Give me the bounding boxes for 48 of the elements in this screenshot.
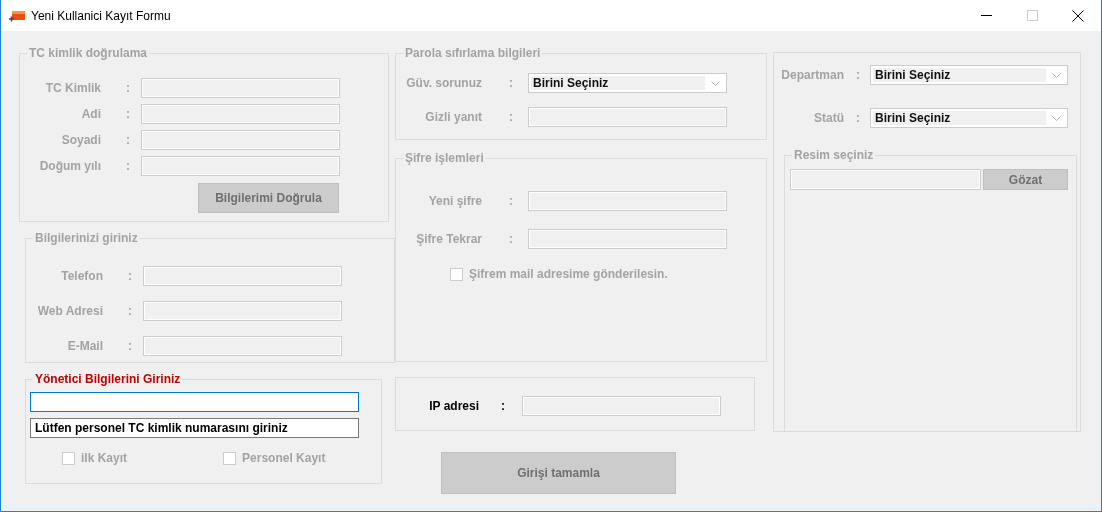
colon-text: : [126, 106, 130, 123]
field-label: Departman [780, 67, 844, 84]
field-label: Güv. sorunuz [405, 75, 482, 92]
checkbox-label: Şifrem mail adresime gönderilesin. [469, 266, 668, 283]
field-label: Yeni şifre [427, 193, 482, 210]
field-label: Web Adresi [36, 303, 103, 320]
colon-text: : [128, 338, 132, 355]
colon-text: : [501, 398, 505, 415]
field-label: Soyadi [60, 132, 101, 149]
group-title: TC kimlik doğrulama [28, 46, 149, 60]
chevron-icon [1052, 115, 1061, 121]
field-label: IP adresi [428, 398, 479, 415]
app-icon [9, 8, 25, 23]
field-label: E-Mail [66, 338, 103, 355]
field-label: Telefon [60, 268, 103, 285]
maximize-icon [1026, 10, 1038, 21]
colon-text: : [509, 193, 513, 210]
text-field[interactable] [30, 392, 359, 412]
colon-text: : [856, 67, 860, 84]
chevron-icon [711, 80, 720, 86]
text-field[interactable]: Lütfen personel TC kimlik numarasını giriniz [30, 418, 359, 438]
field-label: Adi [80, 106, 101, 123]
colon-text: : [126, 80, 130, 97]
group-title: Bilgilerinizi giriniz [34, 231, 139, 245]
colon-text: : [509, 109, 513, 126]
close-icon [1072, 9, 1084, 22]
colon-text: : [126, 132, 130, 149]
colon-text: : [509, 75, 513, 92]
checkbox-label: Personel Kayıt [242, 450, 326, 467]
field-label: Gizli yanıt [424, 109, 482, 126]
group-title: Resim seçiniz [793, 148, 875, 162]
checkbox-label: ilk Kayıt [81, 450, 128, 467]
field-label: Statü [813, 110, 844, 127]
text-field[interactable] [522, 396, 721, 416]
field-label: Şifre Tekrar [415, 231, 482, 248]
colon-text: : [509, 231, 513, 248]
group-title: Parola sıfırlama bilgileri [404, 46, 542, 60]
colon-text: : [128, 303, 132, 320]
colon-text: : [856, 110, 860, 127]
window-title: Yeni Kullanici Kayıt Formu [31, 7, 171, 25]
group-title: Yönetici Bilgilerini Giriniz [34, 372, 182, 386]
colon-text: : [126, 158, 130, 175]
field-label: TC Kimlik [44, 80, 101, 97]
group-title: Şifre işlemleri [404, 151, 485, 165]
chevron-icon [1052, 72, 1061, 78]
field-label: Doğum yılı [38, 158, 101, 175]
minimize-icon [980, 14, 992, 17]
colon-text: : [128, 268, 132, 285]
